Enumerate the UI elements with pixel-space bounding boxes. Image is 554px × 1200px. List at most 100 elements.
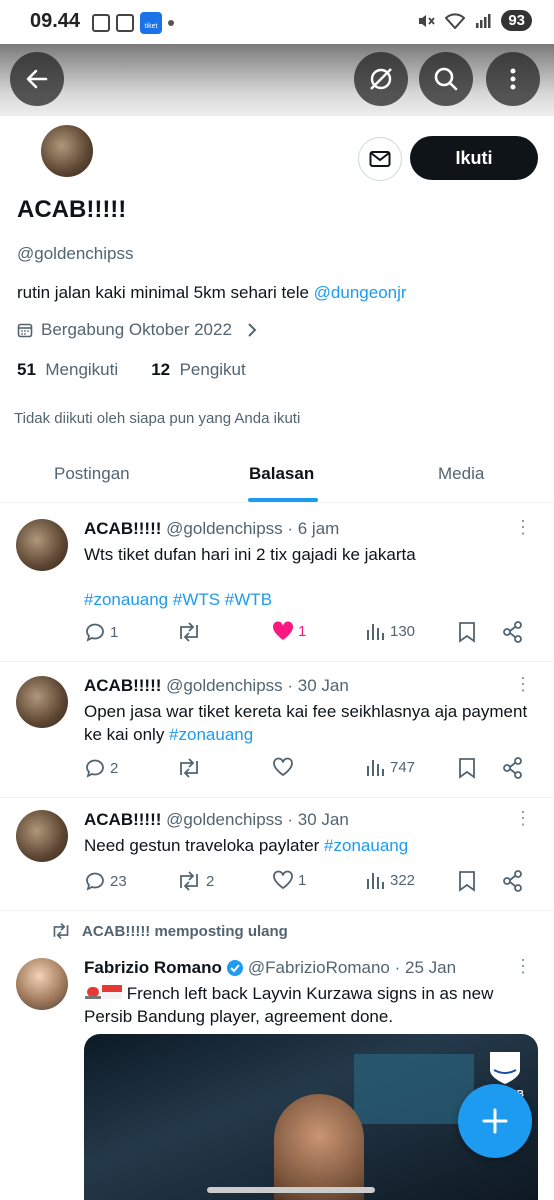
post-1[interactable]: ACAB!!!!! @goldenchipss · 6 jam ⋮ Wts ti… [0,503,554,662]
follow-button[interactable]: Ikuti [410,136,538,180]
stadium-screen [354,1054,474,1124]
post-hashtag[interactable]: #zonauang [324,836,408,855]
post-author[interactable]: ACAB!!!!! [84,519,161,538]
mail-icon [369,151,391,167]
bookmark-icon [459,871,475,892]
post-hashtags[interactable]: #zonauang #WTS #WTB [84,588,544,611]
share-icon [503,757,522,779]
reply-icon [86,872,104,891]
reply-button[interactable]: 1 [84,621,118,643]
views-button[interactable]: 747 [366,757,415,777]
post-body: Need gestun traveloka paylater [84,836,325,855]
repost-body: French left back Layvin Kurzawa signs in… [84,984,494,1026]
post-text: Open jasa war tiket kereta kai fee seikh… [84,700,544,746]
repost-button[interactable] [176,621,206,643]
status-right: 93 [417,10,532,31]
arrow-left-icon [26,69,48,89]
views-button[interactable]: 322 [366,870,415,890]
like-button[interactable] [272,757,298,777]
repost-icon [180,758,198,778]
post-meta: @goldenchipss · 30 Jan [166,676,349,695]
repost-button[interactable] [176,757,206,779]
post-3[interactable]: ACAB!!!!! @goldenchipss · 30 Jan ⋮ Need … [0,798,554,911]
gesture-navigation-bar[interactable] [207,1187,375,1193]
repost-more-button[interactable]: ⋮ [514,956,532,977]
repost-button[interactable]: 2 [176,870,214,892]
active-tab-indicator [248,498,318,502]
views-button[interactable]: 130 [366,621,415,641]
siren-emoji-icon [85,987,101,999]
share-icon [503,621,522,643]
more-options-button[interactable] [486,52,540,106]
like-count: 1 [298,871,307,889]
post-actions: 23 2 1 322 [84,870,534,898]
heart-icon [273,757,293,777]
follow-stats: 51 Mengikuti 12 Pengikut [17,360,246,380]
post-hashtag[interactable]: #zonauang [169,725,253,744]
search-button[interactable] [419,52,473,106]
profile-avatar[interactable] [38,122,96,180]
more-vertical-icon [510,68,516,90]
post-avatar[interactable] [16,519,68,571]
tab-media[interactable]: Media [438,464,484,484]
repost-author[interactable]: Fabrizio Romano [84,958,222,978]
post-author[interactable]: ACAB!!!!! [84,810,161,829]
bookmark-button[interactable] [458,621,476,643]
post-avatar[interactable] [16,810,68,862]
tab-postingan[interactable]: Postingan [54,464,130,484]
post-2[interactable]: ACAB!!!!! @goldenchipss · 30 Jan ⋮ Open … [0,662,554,798]
repost-author-avatar[interactable] [16,958,68,1010]
screenshot-icon [116,14,134,32]
followers-label: Pengikut [179,360,246,379]
post-header: ACAB!!!!! @goldenchipss · 30 Jan [84,810,349,830]
repost-label[interactable]: ACAB!!!!! memposting ulang [82,923,288,940]
post-actions: 2 747 [84,757,534,785]
post-avatar[interactable] [16,676,68,728]
chevron-right-icon [248,323,257,337]
followers-link[interactable]: 12 Pengikut [151,360,246,379]
share-button[interactable] [502,870,524,892]
grok-button[interactable] [354,52,408,106]
back-button[interactable] [10,52,64,106]
bookmark-button[interactable] [458,870,476,892]
post-text: Need gestun traveloka paylater #zonauang [84,834,544,857]
following-link[interactable]: 51 Mengikuti [17,360,118,379]
post-header: ACAB!!!!! @goldenchipss · 6 jam [84,519,339,539]
battery-indicator: 93 [501,10,532,31]
not-followed-notice: Tidak diikuti oleh siapa pun yang Anda i… [14,410,301,427]
reply-count: 2 [110,759,119,777]
compose-post-button[interactable] [458,1084,532,1158]
following-count: 51 [17,360,36,379]
indonesia-flag-icon [102,985,122,999]
share-button[interactable] [502,621,524,643]
bookmark-icon [459,622,475,643]
like-button[interactable]: 1 [272,870,306,890]
calendar-icon [17,323,33,338]
post-more-button[interactable]: ⋮ [514,674,532,695]
post-more-button[interactable]: ⋮ [514,517,532,538]
share-icon [503,870,522,892]
wifi-icon [445,12,466,29]
tab-balasan[interactable]: Balasan [249,464,314,484]
reply-button[interactable]: 23 [84,870,127,892]
persib-crest-icon [490,1052,521,1084]
profile-handle: @goldenchipss [17,244,134,263]
bookmark-icon [459,758,475,779]
repost-icon [53,923,69,939]
joined-date[interactable]: Bergabung Oktober 2022 [17,320,258,340]
bio-mention-link[interactable]: @dungeonjr [314,283,407,302]
repost-text: French left back Layvin Kurzawa signs in… [84,982,544,1028]
share-button[interactable] [502,757,524,779]
views-count: 130 [390,622,416,640]
post-author[interactable]: ACAB!!!!! [84,676,161,695]
reply-button[interactable]: 2 [84,757,118,779]
like-button[interactable]: 1 [272,621,306,641]
profile-name: ACAB!!!!! [17,196,127,223]
bookmark-button[interactable] [458,757,476,779]
message-button[interactable] [358,137,402,181]
tiket-app-icon: tiket [140,12,162,34]
gmail-icon [92,14,110,32]
post-more-button[interactable]: ⋮ [514,808,532,829]
profile-tabs: Postingan Balasan Media [0,450,554,503]
more-notifications-dot [168,20,174,26]
